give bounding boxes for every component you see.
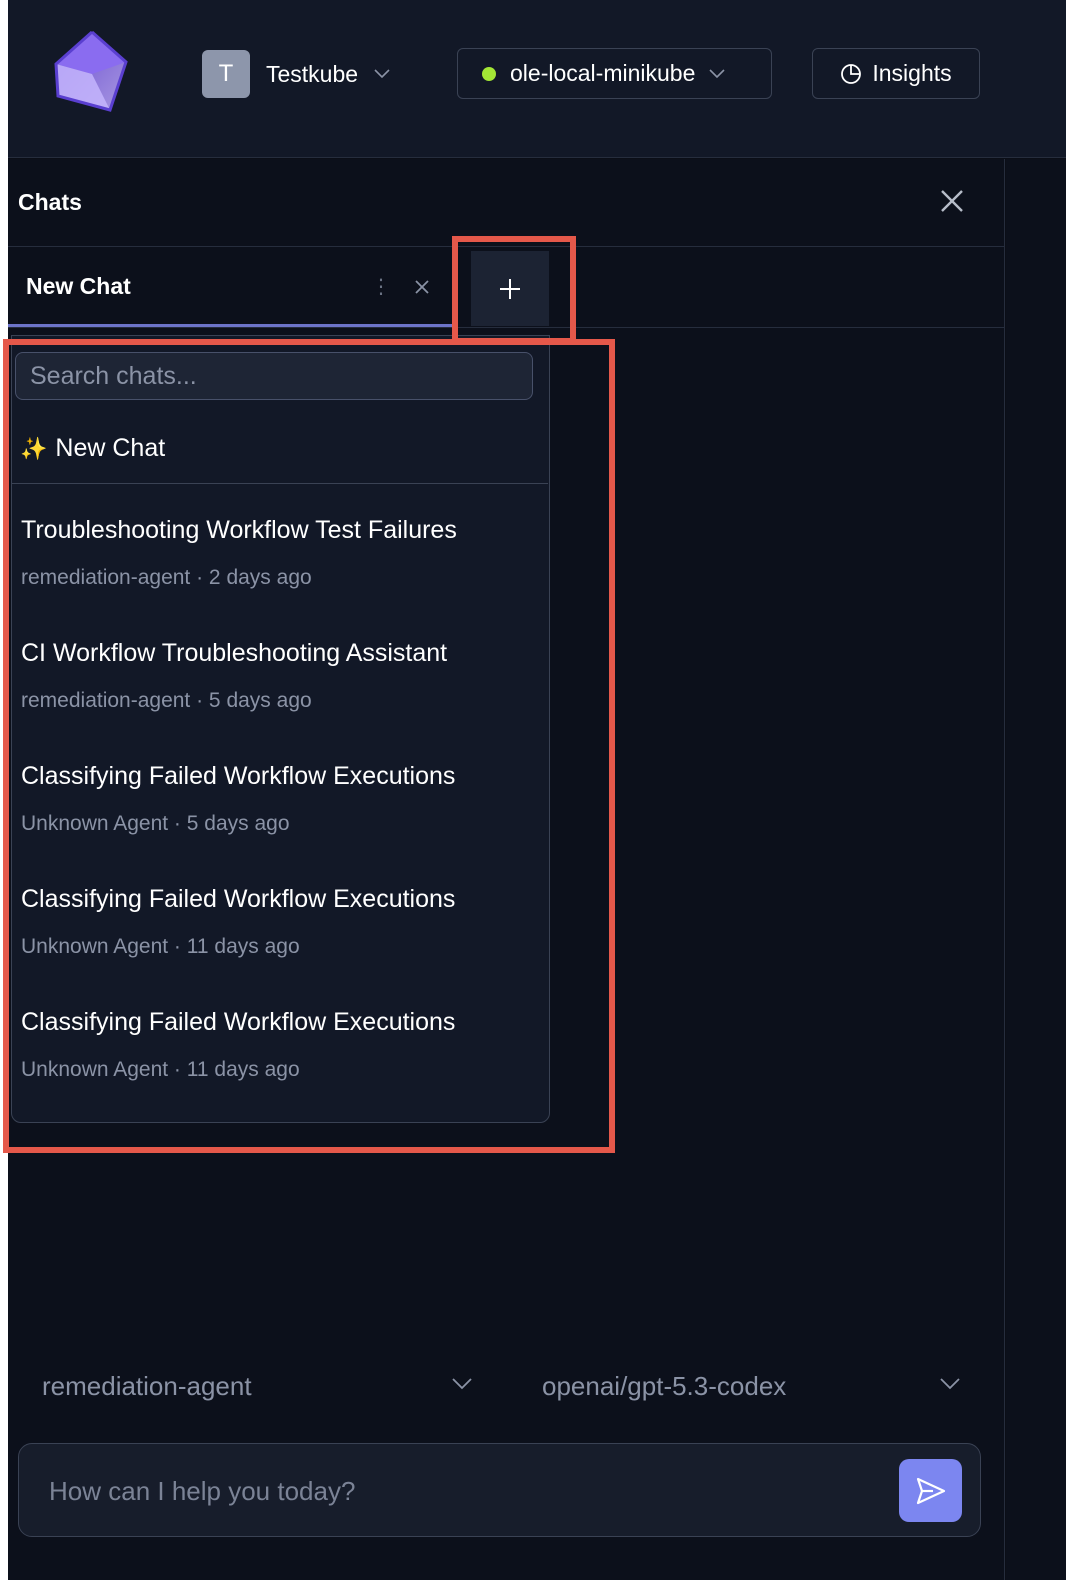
send-icon	[916, 1477, 945, 1504]
chevron-down-icon	[940, 1378, 960, 1390]
more-options-icon[interactable]: ⋮	[371, 277, 391, 297]
close-tab-icon[interactable]	[414, 279, 430, 295]
environment-name: ole-local-minikube	[510, 60, 696, 86]
insights-label: Insights	[872, 60, 952, 86]
pie-chart-icon	[841, 63, 862, 84]
page: T Testkube ole-local-minikube Insights C…	[0, 0, 1066, 1580]
environment-switcher[interactable]: ole-local-minikube	[457, 48, 772, 99]
model-label: openai/gpt-5.3-codex	[542, 1370, 787, 1401]
tab-new-chat[interactable]: New Chat ⋮	[8, 247, 452, 327]
message-composer	[18, 1443, 981, 1537]
tab-label: New Chat	[26, 273, 131, 299]
close-icon[interactable]	[937, 186, 967, 216]
model-selector[interactable]: openai/gpt-5.3-codex	[542, 1362, 960, 1410]
environment-status-dot	[482, 66, 496, 81]
agent-selector[interactable]: remediation-agent	[42, 1362, 472, 1410]
chevron-down-icon	[374, 69, 390, 79]
agent-label: remediation-agent	[42, 1370, 252, 1401]
insights-button[interactable]: Insights	[812, 48, 980, 99]
message-input[interactable]	[49, 1466, 869, 1516]
top-bar: T Testkube ole-local-minikube Insights	[8, 0, 1066, 158]
highlight-box-add-button	[452, 236, 576, 344]
chevron-down-icon	[709, 68, 725, 78]
send-button[interactable]	[899, 1459, 962, 1522]
panel-title: Chats	[18, 189, 82, 215]
org-name: Testkube	[266, 60, 359, 87]
highlight-box-dropdown	[3, 339, 615, 1153]
organization-switcher[interactable]: T Testkube	[202, 50, 390, 98]
right-strip	[1006, 159, 1066, 1580]
testkube-logo-icon[interactable]	[52, 28, 132, 118]
org-avatar: T	[202, 50, 250, 98]
chevron-down-icon	[452, 1378, 472, 1390]
